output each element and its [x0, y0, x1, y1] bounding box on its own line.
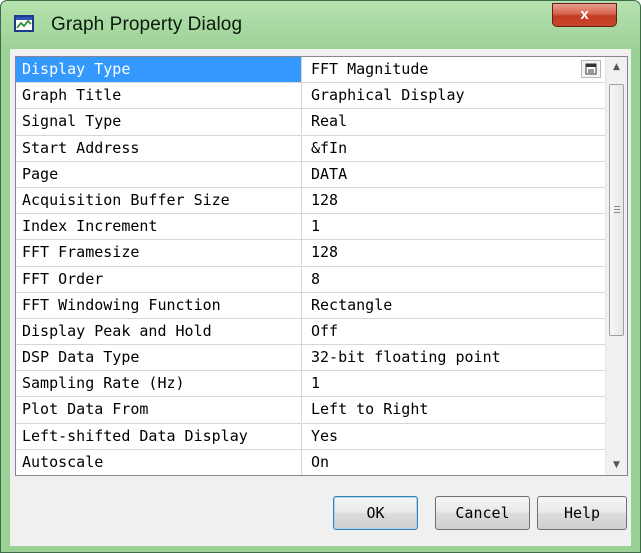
- property-value[interactable]: 128: [303, 240, 605, 265]
- cancel-button[interactable]: Cancel: [435, 496, 530, 530]
- property-name: Start Address: [16, 135, 302, 161]
- property-value[interactable]: Off: [303, 319, 605, 344]
- dialog-title: Graph Property Dialog: [51, 14, 243, 35]
- property-value[interactable]: 1: [303, 214, 605, 239]
- property-name: Index Increment: [16, 214, 302, 240]
- property-row[interactable]: FFT Windowing Function Rectangle: [16, 292, 605, 319]
- property-value[interactable]: Yes: [303, 424, 605, 449]
- property-name: Autoscale: [16, 449, 302, 475]
- property-name: Page: [16, 161, 302, 187]
- property-row[interactable]: Display Peak and Hold Off: [16, 318, 605, 346]
- property-name: FFT Framesize: [16, 240, 302, 266]
- property-value[interactable]: DATA: [303, 162, 605, 187]
- title-bar[interactable]: Graph Property Dialog x: [1, 1, 640, 49]
- property-name: DSP Data Type: [16, 345, 302, 371]
- help-button[interactable]: Help: [537, 496, 627, 530]
- property-row[interactable]: Autoscale On: [16, 449, 605, 475]
- property-name: FFT Order: [16, 266, 302, 292]
- property-name: Acquisition Buffer Size: [16, 187, 302, 213]
- ok-button[interactable]: OK: [333, 496, 418, 530]
- property-grid: Display Type FFT Magnitude Graph Title G…: [15, 56, 628, 476]
- property-row[interactable]: Index Increment 1: [16, 214, 605, 241]
- property-name: Signal Type: [16, 109, 302, 135]
- property-row[interactable]: DSP Data Type 32-bit floating point: [16, 345, 605, 372]
- dialog-client-area: Display Type FFT Magnitude Graph Title G…: [10, 49, 631, 546]
- property-row[interactable]: Plot Data From Left to Right: [16, 397, 605, 424]
- scrollbar-thumb[interactable]: [609, 84, 624, 336]
- property-row[interactable]: Start Address &fIn: [16, 135, 605, 162]
- property-row[interactable]: Sampling Rate (Hz) 1: [16, 371, 605, 398]
- property-row[interactable]: Page DATA: [16, 161, 605, 188]
- property-value[interactable]: Graphical Display: [303, 83, 605, 108]
- property-row[interactable]: FFT Order 8: [16, 266, 605, 293]
- property-name: Plot Data From: [16, 397, 302, 423]
- property-name: Sampling Rate (Hz): [16, 371, 302, 397]
- property-row[interactable]: Left-shifted Data Display Yes: [16, 423, 605, 450]
- property-name: Graph Title: [16, 83, 302, 109]
- close-icon: x: [580, 6, 589, 23]
- graph-property-dialog: Graph Property Dialog x Display Type FFT…: [0, 0, 641, 553]
- property-value[interactable]: Left to Right: [303, 397, 605, 422]
- property-value[interactable]: 1: [303, 371, 605, 396]
- scroll-up-arrow-icon[interactable]: ▲: [606, 57, 627, 77]
- property-value[interactable]: Real: [303, 109, 605, 134]
- property-list: Display Type FFT Magnitude Graph Title G…: [16, 57, 605, 475]
- property-value[interactable]: 128: [303, 188, 605, 213]
- property-name: Left-shifted Data Display: [16, 423, 302, 449]
- property-value[interactable]: 32-bit floating point: [303, 345, 605, 370]
- property-row[interactable]: Acquisition Buffer Size 128: [16, 187, 605, 215]
- property-name: FFT Windowing Function: [16, 292, 302, 318]
- thumb-grip-line: [614, 206, 620, 207]
- property-value[interactable]: Rectangle: [303, 293, 605, 318]
- property-row[interactable]: Signal Type Real: [16, 109, 605, 136]
- dropdown-button[interactable]: [581, 60, 601, 78]
- property-row[interactable]: FFT Framesize 128: [16, 240, 605, 267]
- property-row[interactable]: Display Type FFT Magnitude: [16, 57, 605, 84]
- property-value[interactable]: &fIn: [303, 136, 605, 161]
- property-value[interactable]: FFT Magnitude: [303, 57, 605, 82]
- scroll-down-arrow-icon[interactable]: ▼: [606, 455, 627, 475]
- close-button[interactable]: x: [552, 3, 617, 27]
- graph-app-icon: [14, 15, 34, 32]
- thumb-grip-line: [614, 212, 620, 213]
- dropdown-list-icon: [585, 63, 597, 75]
- property-row[interactable]: Graph Title Graphical Display: [16, 83, 605, 110]
- property-value[interactable]: 8: [303, 267, 605, 292]
- property-value[interactable]: On: [303, 450, 605, 475]
- property-name: Display Peak and Hold: [16, 318, 302, 344]
- vertical-scrollbar[interactable]: ▲ ▼: [605, 57, 627, 475]
- property-name: Display Type: [16, 57, 302, 82]
- thumb-grip-line: [614, 209, 620, 210]
